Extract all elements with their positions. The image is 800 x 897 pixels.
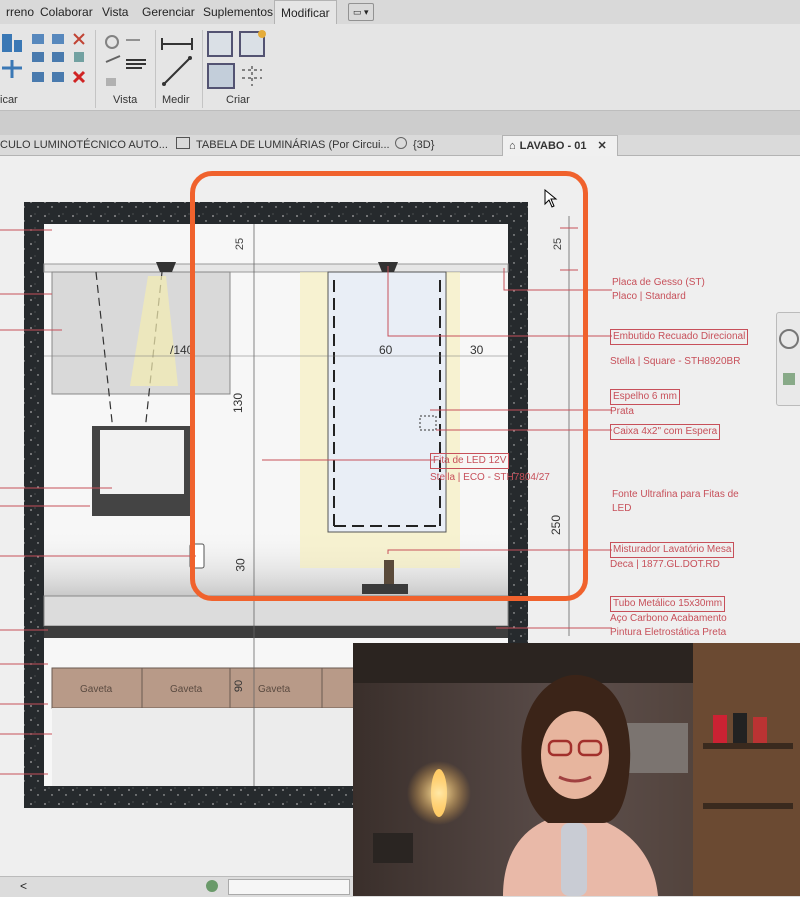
annotation-sub: Stella | Square - STH8920BR xyxy=(610,356,741,367)
schedule-icon xyxy=(176,137,190,149)
highlight-rectangle xyxy=(190,171,588,601)
webcam-overlay xyxy=(353,643,800,896)
view-tab-label: TABELA DE LUMINÁRIAS (Por Circui... xyxy=(196,139,390,151)
annotation-sub: LED xyxy=(612,503,632,514)
ribbon-panel: icar Vista Medir Criar xyxy=(0,24,800,111)
annotation-title: Caixa 4x2" com Espera xyxy=(610,424,721,440)
view-tab-calculo[interactable]: CULO LUMINOTÉCNICO AUTO... xyxy=(0,135,168,155)
modify-tools-icon[interactable] xyxy=(30,32,90,92)
status-field xyxy=(228,879,350,895)
scroll-left-arrow[interactable]: < xyxy=(20,879,27,893)
worksets-icon[interactable] xyxy=(206,880,218,892)
annotation-fonte: Fonte Ultrafina para Fitas de LED xyxy=(612,488,739,516)
annotation-title: Misturador Lavatório Mesa xyxy=(610,542,735,558)
group-label-modificar: icar xyxy=(0,94,18,106)
close-icon[interactable]: ✕ xyxy=(598,140,607,152)
annotation-sub: Aço Carbono Acabamento xyxy=(610,613,727,624)
dim-90: 90 xyxy=(233,679,246,693)
annotation-title: Tubo Metálico 15x30mm xyxy=(610,596,726,612)
annotation-sub: Deca | 1877.GL.DOT.RD xyxy=(610,559,720,570)
group-label-criar: Criar xyxy=(226,94,250,106)
home-icon: ⌂ xyxy=(509,140,516,152)
view-tab-lavabo[interactable]: ⌂ LAVABO - 01 ✕ xyxy=(502,135,618,156)
annotation-caixa: Caixa 4x2" com Espera xyxy=(610,424,721,440)
view-tab-label: CULO LUMINOTÉCNICO AUTO... xyxy=(0,139,168,151)
view-tab-3d[interactable]: {3D} xyxy=(395,135,434,155)
drawer-label: Gaveta xyxy=(170,684,203,695)
panel-toggle-button[interactable]: ▭ ▾ xyxy=(348,3,374,21)
tab-suplementos[interactable]: Suplementos xyxy=(197,0,279,24)
tab-modificar[interactable]: Modificar xyxy=(274,0,337,25)
annotation-title: Embutido Recuado Direcional xyxy=(610,329,749,345)
annotation-tubo: Tubo Metálico 15x30mm Aço Carbono Acabam… xyxy=(610,596,727,640)
create-tools-icon[interactable] xyxy=(206,30,272,92)
view-tab-bar: CULO LUMINOTÉCNICO AUTO... TABELA DE LUM… xyxy=(0,135,800,156)
drawer-label: Gaveta xyxy=(258,684,291,695)
group-label-vista: Vista xyxy=(113,94,138,106)
tab-vista[interactable]: Vista xyxy=(96,0,134,24)
navigation-bar[interactable] xyxy=(776,312,800,406)
annotation-title: Placa de Gesso (ST) xyxy=(612,277,705,288)
annotation-misturador: Misturador Lavatório Mesa Deca | 1877.GL… xyxy=(610,542,735,572)
group-label-medir: Medir xyxy=(162,94,190,106)
ribbon-tab-bar: rreno Colaborar Vista Gerenciar Suplemen… xyxy=(0,0,800,25)
view-tab-label: {3D} xyxy=(413,139,435,151)
measure-tools-icon[interactable] xyxy=(160,32,200,92)
tab-gerenciar[interactable]: Gerenciar xyxy=(136,0,201,24)
ribbon-divider xyxy=(202,30,203,108)
3d-view-icon xyxy=(395,137,407,149)
view-tools-icon[interactable] xyxy=(102,32,152,92)
drawer-label: Gaveta xyxy=(80,684,113,695)
options-bar xyxy=(0,111,800,135)
ribbon-divider xyxy=(155,30,156,108)
annotation-placa-gesso: Placa de Gesso (ST) Placo | Standard xyxy=(612,276,705,304)
pan-icon[interactable] xyxy=(783,373,795,385)
annotation-title: Fonte Ultrafina para Fitas de xyxy=(612,489,739,500)
annotation-sub: Placo | Standard xyxy=(612,291,686,302)
mouse-cursor-icon xyxy=(544,189,558,208)
annotation-espelho: Espelho 6 mm Prata xyxy=(610,389,680,419)
ribbon-divider xyxy=(95,30,96,108)
zoom-icon[interactable] xyxy=(779,329,799,349)
view-tab-tabela[interactable]: TABELA DE LUMINÁRIAS (Por Circui... xyxy=(176,135,390,155)
align-tools-icon[interactable] xyxy=(0,30,26,92)
annotation-sub: Pintura Eletrostática Preta xyxy=(610,627,727,638)
annotation-embutido: Embutido Recuado Direcional Stella | Squ… xyxy=(610,329,749,369)
tab-colaborar[interactable]: Colaborar xyxy=(34,0,99,24)
view-tab-label: LAVABO - 01 xyxy=(519,140,587,152)
presenter-video xyxy=(353,643,800,896)
annotation-sub: Prata xyxy=(610,406,634,417)
annotation-title: Espelho 6 mm xyxy=(610,389,680,405)
